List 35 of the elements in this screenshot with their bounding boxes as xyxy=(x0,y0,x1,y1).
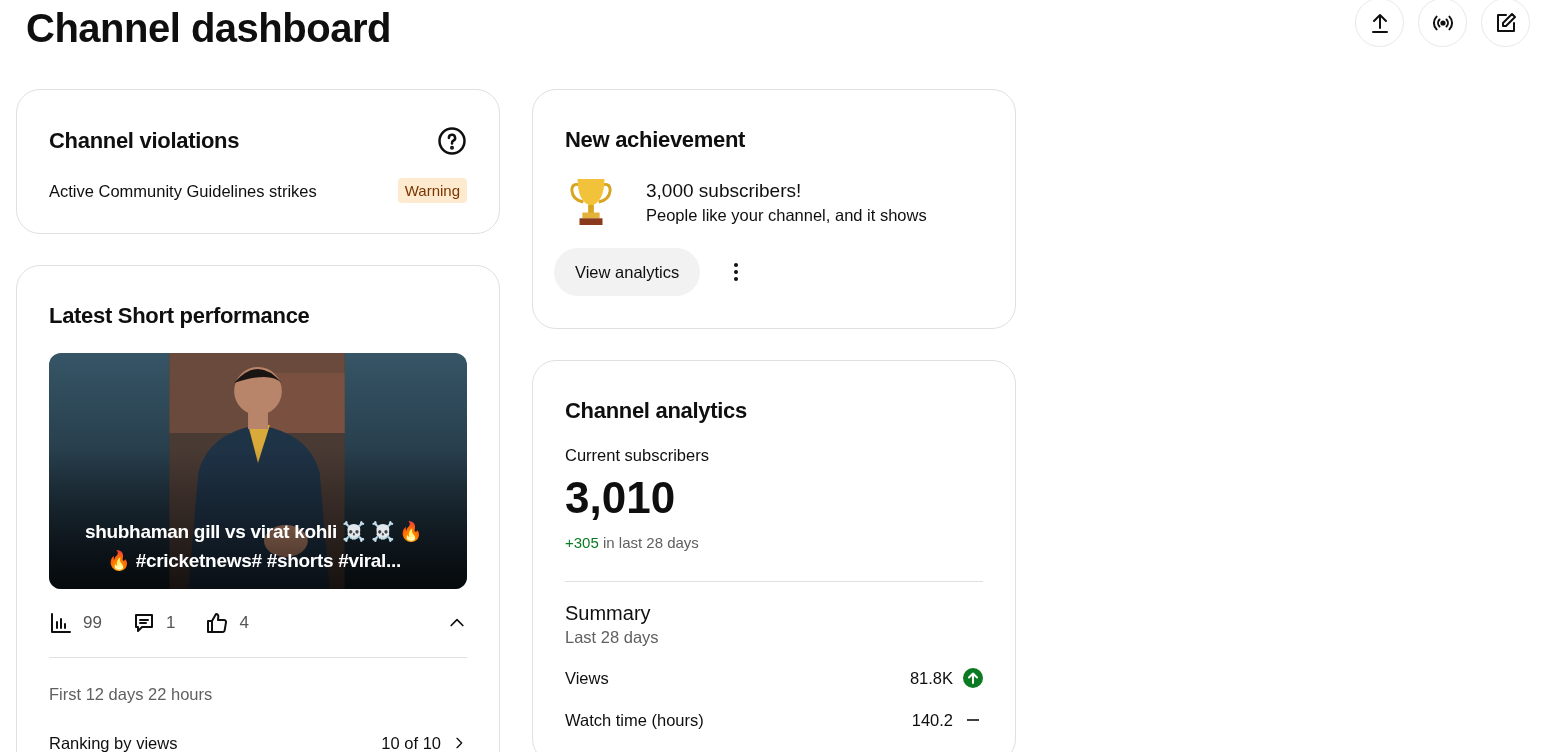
stat-count: 99 xyxy=(83,613,102,633)
subscribers-label: Current subscribers xyxy=(565,445,710,466)
metric-value: 81.8K xyxy=(909,667,953,689)
dash-icon xyxy=(967,718,979,721)
summary-period: Last 28 days xyxy=(565,627,660,648)
broadcast-button[interactable] xyxy=(1418,0,1467,47)
help-icon xyxy=(437,126,467,156)
arrow-up-icon xyxy=(963,667,983,688)
achievement-headline: 3,000 subscribers! xyxy=(646,179,803,203)
trophy-icon xyxy=(568,176,614,228)
card-title: Channel violations xyxy=(49,127,240,155)
metric-label: Views xyxy=(565,667,609,689)
subscriber-change: +305 in last 28 days xyxy=(565,533,700,553)
period-label: First 12 days 22 hours xyxy=(49,684,214,705)
video-title: shubhaman gill vs virat kohli ☠ ☠ 🔥 🔥 #cricketnews# #shorts #viral... xyxy=(83,520,425,573)
metric-label: Watch time (hours) xyxy=(565,709,704,731)
upload-button[interactable] xyxy=(1355,0,1404,47)
card-title: Latest Short performance xyxy=(49,302,311,330)
achievement-text: People like your channel, and it shows xyxy=(646,205,927,226)
pencil-square-button[interactable] xyxy=(1481,0,1530,47)
bar-chart-icon xyxy=(49,611,73,635)
stat-count: 4 xyxy=(239,613,249,633)
thumbs-up-icon xyxy=(205,611,230,635)
summary-title: Summary xyxy=(565,601,652,626)
view-analytics-button[interactable]: View analytics xyxy=(554,248,701,296)
ranking-label: Ranking by views xyxy=(49,733,178,752)
metric-value: 140.2 xyxy=(911,709,953,731)
card-title: New achievement xyxy=(565,126,747,154)
stat-count: 1 xyxy=(165,613,176,633)
page-title: Channel dashboard xyxy=(26,5,391,52)
ranking-value: 10 of 10 xyxy=(381,733,441,752)
subscriber-count: 3,010 xyxy=(565,472,677,524)
warning-badge: Warning xyxy=(397,178,467,203)
card-title: Channel analytics xyxy=(565,397,748,425)
strikes-label: Active Community Guidelines strikes xyxy=(49,180,317,202)
